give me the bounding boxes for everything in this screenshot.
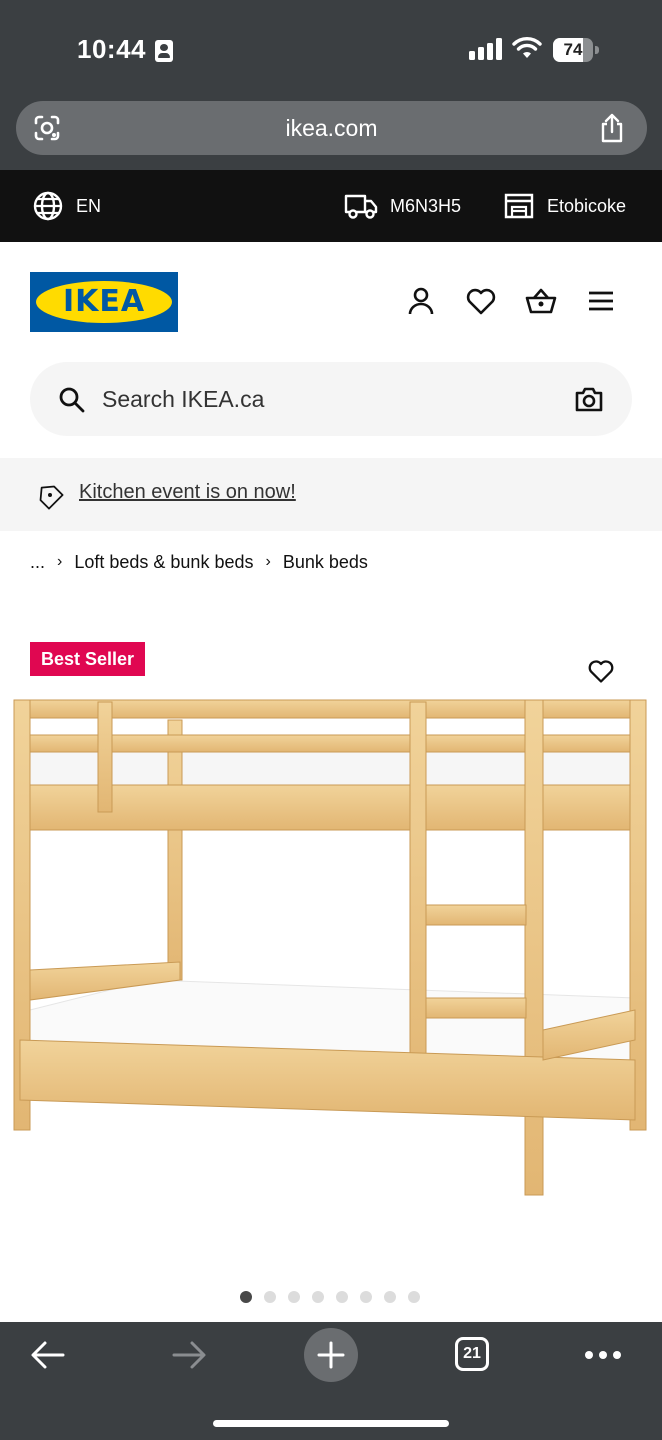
utility-bar: EN M6N3H5 Etobicoke [0, 170, 662, 242]
logo-text: IKEA [62, 284, 146, 319]
breadcrumb: ... › Loft beds & bunk beds › Bunk beds [30, 550, 368, 574]
battery-indicator: 74 [553, 38, 599, 62]
carousel-dot[interactable] [312, 1291, 324, 1303]
chevron-right-icon: › [57, 553, 63, 570]
breadcrumb-ellipsis[interactable]: ... [30, 552, 45, 573]
ikea-logo[interactable]: IKEA [30, 272, 178, 332]
carousel-dot[interactable] [336, 1291, 348, 1303]
store-selector[interactable]: Etobicoke [503, 170, 626, 242]
best-seller-badge: Best Seller [30, 642, 145, 676]
new-tab-button[interactable] [304, 1328, 358, 1382]
postal-code-label: M6N3H5 [390, 195, 462, 216]
promo-banner: Kitchen event is on now! [0, 458, 662, 531]
battery-percentage: 74 [563, 40, 583, 59]
carousel-dot[interactable] [264, 1291, 276, 1303]
breadcrumb-bunk-beds[interactable]: Bunk beds [283, 552, 368, 573]
globe-icon [33, 191, 63, 221]
id-card-icon [155, 40, 173, 62]
store-label: Etobicoke [547, 195, 627, 216]
carousel-dot[interactable] [384, 1291, 396, 1303]
tab-switcher-button[interactable]: 21 [455, 1337, 489, 1371]
share-icon[interactable] [597, 112, 627, 144]
product-image[interactable] [10, 680, 655, 1210]
address-bar[interactable]: ikea.com [16, 101, 647, 155]
browser-toolbar: 21 [0, 1322, 662, 1440]
store-icon [504, 193, 534, 219]
image-carousel-dots [240, 1291, 432, 1303]
carousel-dot[interactable] [360, 1291, 372, 1303]
camera-search-icon[interactable] [574, 385, 604, 413]
price-tag-icon [39, 485, 64, 510]
language-label: EN [76, 195, 102, 216]
delivery-truck-icon [344, 194, 378, 219]
delivery-postal-code[interactable]: M6N3H5 [344, 170, 461, 242]
favourites-heart-icon[interactable] [465, 285, 497, 317]
promo-link[interactable]: Kitchen event is on now! [79, 458, 296, 526]
status-bar: 10:44 74 [0, 0, 662, 96]
shopping-basket-icon[interactable] [525, 285, 557, 317]
wifi-icon [512, 37, 542, 58]
carousel-dot[interactable] [408, 1291, 420, 1303]
carousel-dot[interactable] [288, 1291, 300, 1303]
search-field[interactable]: Search IKEA.ca [30, 362, 632, 436]
browser-chrome-top: 10:44 74 ikea.com [0, 0, 662, 170]
add-to-favourites-button[interactable] [574, 643, 628, 697]
plus-icon [317, 1341, 345, 1369]
search-placeholder: Search IKEA.ca [102, 386, 265, 412]
status-time: 10:44 [77, 34, 146, 64]
forward-arrow-icon[interactable] [171, 1340, 207, 1370]
cellular-signal-icon [469, 38, 503, 60]
breadcrumb-loft-bunk-beds[interactable]: Loft beds & bunk beds [74, 552, 253, 573]
carousel-dot[interactable] [240, 1291, 252, 1303]
heart-icon [588, 660, 614, 683]
back-arrow-icon[interactable] [30, 1340, 66, 1370]
account-icon[interactable] [405, 285, 437, 317]
chevron-right-icon: › [265, 553, 271, 570]
url-text: ikea.com [285, 115, 378, 141]
home-indicator[interactable] [213, 1420, 449, 1427]
search-icon [59, 387, 85, 413]
language-selector[interactable]: EN [32, 170, 101, 242]
menu-icon[interactable] [585, 285, 617, 317]
more-options-icon[interactable] [584, 1350, 622, 1360]
